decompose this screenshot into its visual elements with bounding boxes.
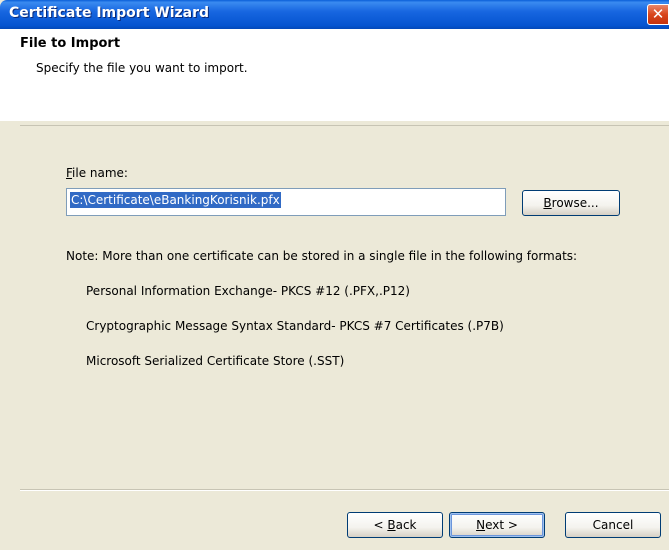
header-divider	[20, 125, 669, 126]
format-item-pfx: Personal Information Exchange- PKCS #12 …	[86, 284, 410, 298]
format-item-sst: Microsoft Serialized Certificate Store (…	[86, 354, 345, 368]
formats-note: Note: More than one certificate can be s…	[66, 249, 578, 263]
footer-divider	[20, 489, 669, 491]
close-button[interactable]: ✕	[647, 4, 669, 25]
page-title: File to Import	[20, 36, 121, 51]
file-name-value: C:\Certificate\eBankingKorisnik.pfx	[70, 192, 281, 208]
format-item-p7b: Cryptographic Message Syntax Standard- P…	[86, 319, 504, 333]
page-subtitle: Specify the file you want to import.	[36, 61, 248, 75]
file-name-input[interactable]: C:\Certificate\eBankingKorisnik.pfx	[66, 188, 506, 216]
file-name-label: File name:	[66, 166, 128, 180]
close-icon: ✕	[651, 5, 665, 23]
title-bar: Certificate Import Wizard ✕	[0, 0, 669, 29]
next-button[interactable]: Next >	[449, 512, 545, 538]
browse-button[interactable]: Browse...	[522, 190, 620, 216]
cancel-button[interactable]: Cancel	[565, 512, 661, 538]
window-title: Certificate Import Wizard	[9, 5, 210, 21]
back-button[interactable]: < Back	[347, 512, 443, 538]
